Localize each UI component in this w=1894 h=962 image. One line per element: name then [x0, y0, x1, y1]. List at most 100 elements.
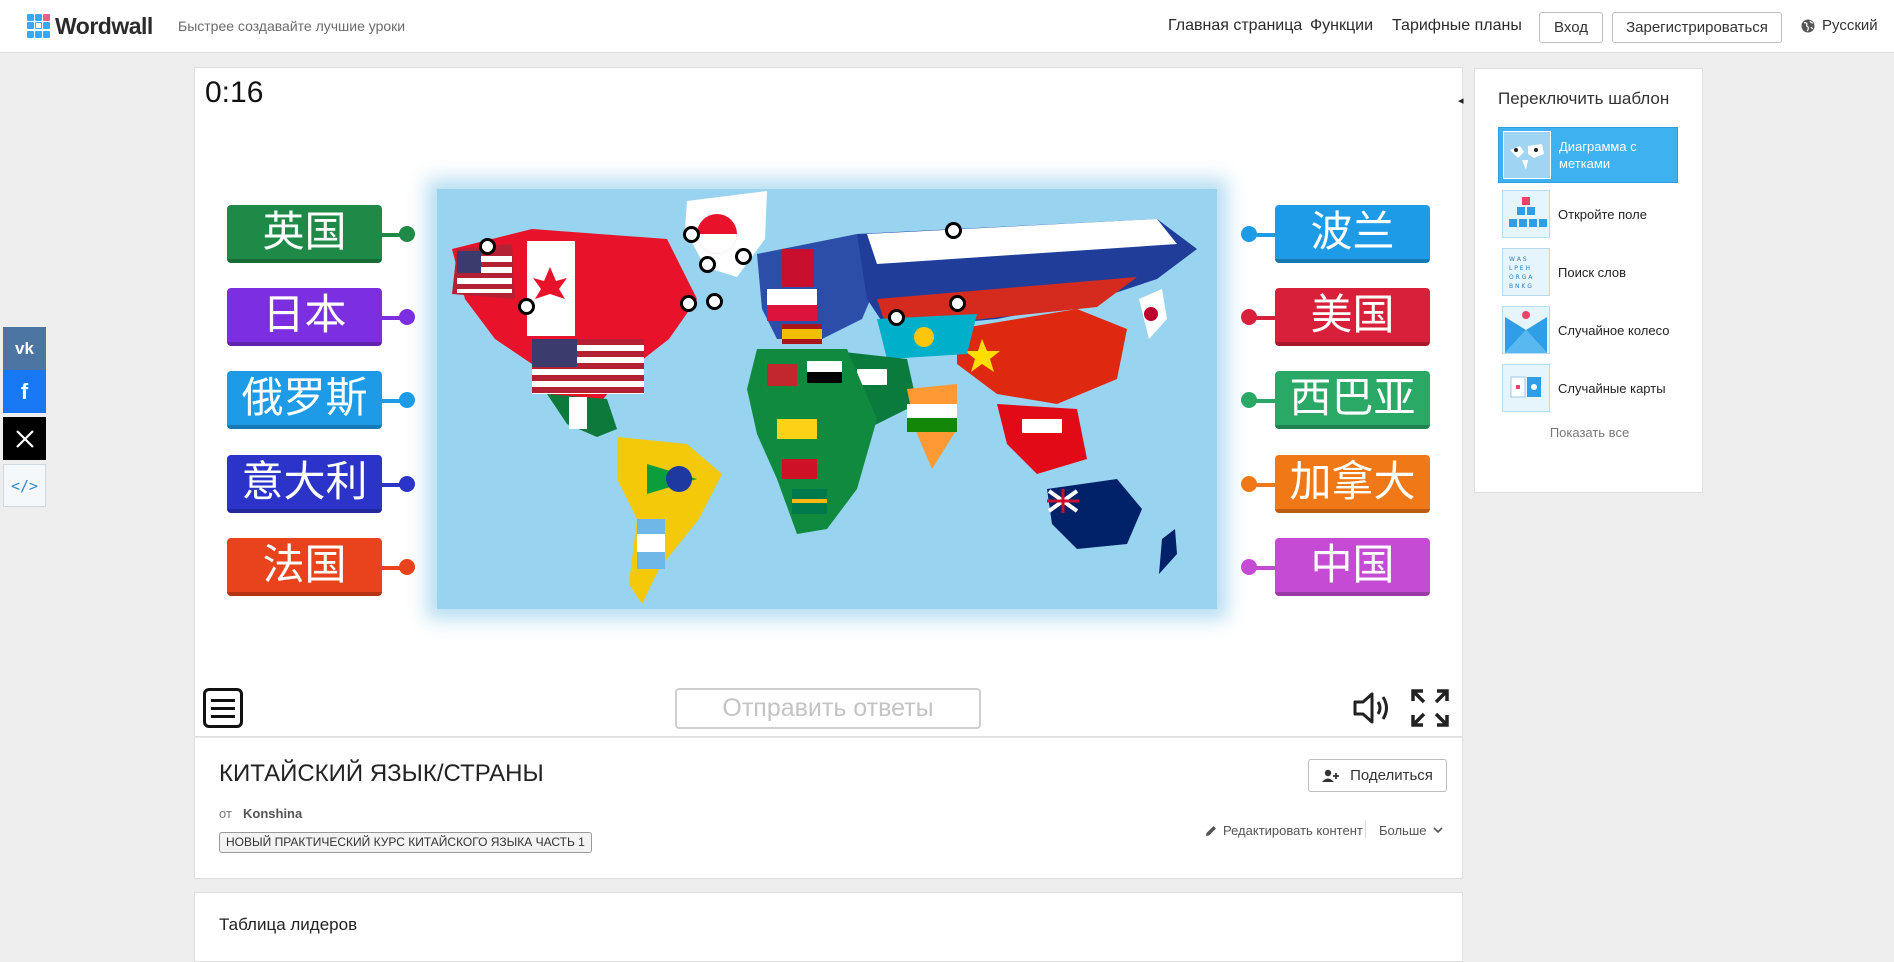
map-drop-marker[interactable] [680, 295, 697, 312]
author-link[interactable]: Konshina [243, 806, 302, 821]
language-label: Русский [1822, 17, 1878, 34]
label-pin[interactable]: 日本 [227, 288, 382, 346]
collapse-arrow-icon[interactable]: ◂ [1458, 94, 1464, 107]
speaker-icon[interactable] [1352, 690, 1392, 726]
map-drop-marker[interactable] [945, 222, 962, 239]
show-all-link[interactable]: Показать все [1475, 425, 1704, 440]
wordsearch-icon: W A S L P E H O R G A B N K G [1502, 248, 1550, 296]
pin-dot[interactable] [1241, 559, 1257, 575]
random-wheel-icon [1502, 306, 1550, 354]
label-pin[interactable]: 加拿大 [1275, 455, 1430, 513]
share-label: Поделиться [1350, 767, 1433, 784]
pin-dot[interactable] [399, 226, 415, 242]
tagline: Быстрее создавайте лучшие уроки [178, 18, 406, 34]
share-button[interactable]: Поделиться [1308, 759, 1447, 792]
switch-template-title: Переключить шаблон [1498, 89, 1670, 108]
pin-dot[interactable] [1241, 309, 1257, 325]
facebook-icon: f [20, 378, 29, 404]
open-box-icon [1502, 190, 1550, 238]
edit-content-link[interactable]: Редактировать контент [1205, 823, 1363, 838]
pin-dot[interactable] [1241, 392, 1257, 408]
vk-icon: vk [15, 338, 34, 358]
template-label: Случайные карты [1558, 380, 1666, 396]
pin-dot[interactable] [1241, 226, 1257, 242]
labelled-diagram-icon [1503, 131, 1551, 179]
nav-home-link[interactable]: Главная страница [1168, 17, 1302, 35]
pin-dot[interactable] [1241, 476, 1257, 492]
divider [1365, 820, 1366, 838]
random-cards-icon [1502, 364, 1550, 412]
user-plus-icon [1322, 769, 1340, 782]
submit-answers-button[interactable]: Отправить ответы [675, 688, 981, 729]
label-pin[interactable]: 美国 [1275, 288, 1430, 346]
more-label: Больше [1379, 823, 1427, 838]
register-button[interactable]: Зарегистрироваться [1612, 12, 1782, 43]
label-pin[interactable]: 俄罗斯 [227, 371, 382, 429]
template-label: Диаграмма с метками [1559, 139, 1637, 171]
svg-text:L P E H: L P E H [1509, 265, 1530, 272]
map-drop-marker[interactable] [479, 238, 496, 255]
login-button[interactable]: Вход [1539, 12, 1603, 43]
pin-dot[interactable] [399, 392, 415, 408]
leaderboard-title: Таблица лидеров [219, 915, 358, 934]
world-map-image [437, 189, 1217, 609]
map-drop-marker[interactable] [683, 226, 700, 243]
pin-dot[interactable] [399, 476, 415, 492]
template-label: Случайное колесо [1558, 322, 1670, 338]
usa-alaska-flag [457, 251, 512, 293]
svg-text:W A S: W A S [1509, 256, 1527, 263]
label-pin[interactable]: 中国 [1275, 538, 1430, 596]
activity-info-panel: КИТАЙСКИЙ ЯЗЫК/СТРАНЫ от Konshina НОВЫЙ … [194, 737, 1463, 879]
leaderboard-panel: Таблица лидеров [194, 892, 1463, 962]
by-label: от [219, 806, 232, 821]
template-random-wheel[interactable]: Случайное колесо [1498, 302, 1678, 358]
pin-dot[interactable] [399, 309, 415, 325]
x-icon [15, 429, 34, 448]
top-navigation-bar: Wordwall Быстрее создавайте лучшие уроки… [0, 0, 1894, 53]
wordwall-logo[interactable]: Wordwall [27, 13, 153, 39]
language-selector[interactable]: Русский [1801, 17, 1878, 34]
wordwall-logo-icon [27, 14, 51, 38]
template-label: Откройте поле [1558, 206, 1647, 222]
label-pin[interactable]: 意大利 [227, 455, 382, 513]
share-vk-button[interactable]: vk [3, 327, 46, 370]
fullscreen-icon[interactable] [1410, 688, 1450, 728]
map-drop-marker[interactable] [735, 248, 752, 265]
timer: 0:16 [205, 76, 264, 109]
logo-text: Wordwall [55, 12, 153, 39]
template-label: Поиск слов [1558, 264, 1627, 280]
hamburger-icon [211, 698, 235, 702]
usa-flag [532, 339, 644, 394]
svg-text:O R G A: O R G A [1509, 274, 1533, 281]
template-open-box[interactable]: Откройте поле [1498, 186, 1678, 242]
nav-pricing-link[interactable]: Тарифные планы [1392, 17, 1522, 35]
share-facebook-button[interactable]: f [3, 370, 46, 413]
game-panel: 0:16 ◂ 英国 日本 俄罗斯 意大利 法国 波兰 美国 西巴亚 加拿大 中国… [194, 67, 1464, 737]
template-labelled-diagram[interactable]: Диаграмма с метками [1498, 127, 1678, 183]
template-wordsearch[interactable]: W A S L P E H O R G A B N K G Поиск слов [1498, 244, 1678, 300]
pin-dot[interactable] [399, 559, 415, 575]
nav-features-link[interactable]: Функции [1310, 17, 1373, 35]
svg-text:B N K G: B N K G [1509, 283, 1532, 290]
activity-tag[interactable]: НОВЫЙ ПРАКТИЧЕСКИЙ КУРС КИТАЙСКОГО ЯЗЫКА… [219, 832, 592, 853]
edit-content-label: Редактировать контент [1223, 823, 1363, 838]
embed-icon: </> [10, 476, 39, 495]
map-drop-marker[interactable] [518, 298, 535, 315]
game-menu-button[interactable] [203, 688, 243, 728]
share-embed-button[interactable]: </> [3, 464, 46, 507]
label-pin[interactable]: 法国 [227, 538, 382, 596]
share-x-button[interactable] [3, 417, 46, 460]
label-pin[interactable]: 波兰 [1275, 205, 1430, 263]
map-drop-marker[interactable] [949, 295, 966, 312]
label-pin[interactable]: 英国 [227, 205, 382, 263]
label-pin[interactable]: 西巴亚 [1275, 371, 1430, 429]
activity-title: КИТАЙСКИЙ ЯЗЫК/СТРАНЫ [219, 760, 544, 787]
template-random-cards[interactable]: Случайные карты [1498, 360, 1678, 416]
map-drop-marker[interactable] [699, 256, 716, 273]
map-drop-marker[interactable] [706, 293, 723, 310]
chevron-down-icon [1432, 827, 1443, 834]
map-drop-marker[interactable] [888, 309, 905, 326]
pencil-icon [1206, 825, 1216, 836]
globe-icon [1801, 19, 1815, 32]
more-dropdown[interactable]: Больше [1379, 823, 1443, 838]
